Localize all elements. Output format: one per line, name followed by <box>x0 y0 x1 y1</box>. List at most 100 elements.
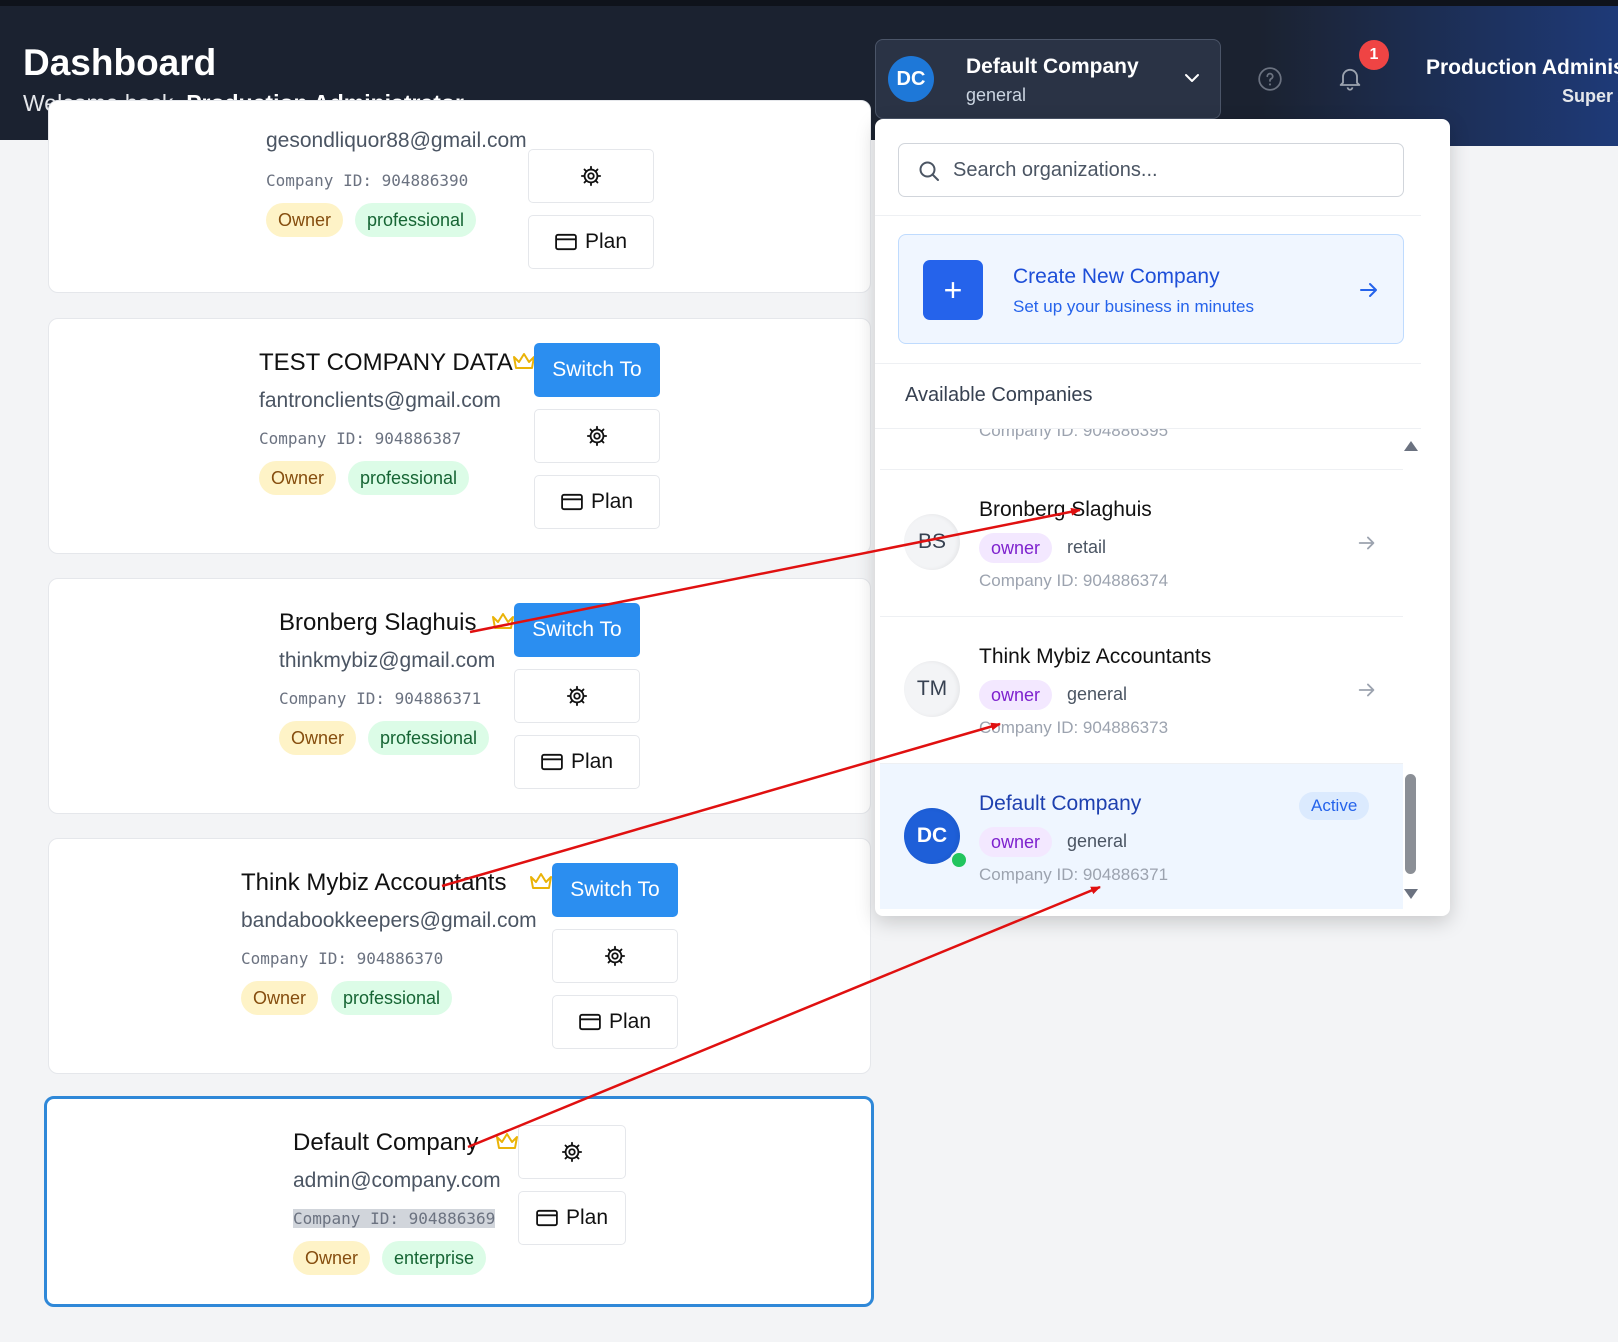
search-placeholder: Search organizations... <box>953 159 1158 181</box>
plan-badge: professional <box>368 721 490 755</box>
company-id: Company ID: 904886387 <box>259 429 462 448</box>
plus-icon: + <box>923 260 983 320</box>
org-item[interactable]: BS Bronberg Slaghuis owner retail Compan… <box>880 469 1403 615</box>
notification-badge: 1 <box>1359 40 1389 70</box>
company-email: admin@company.com <box>293 1169 501 1192</box>
crown-icon <box>492 613 514 629</box>
company-card: Bronberg Slaghuis thinkmybiz@gmail.com C… <box>48 578 871 814</box>
org-item-active[interactable]: DC Default Company Active owner general … <box>880 763 1403 909</box>
org-type: retail <box>1067 537 1107 557</box>
credit-card-icon <box>536 1209 558 1227</box>
create-company-subtitle: Set up your business in minutes <box>1013 297 1254 316</box>
gear-icon <box>566 685 588 707</box>
company-email: bandabookkeepers@gmail.com <box>241 909 537 932</box>
current-company-name: Default Company <box>966 55 1139 78</box>
create-company-button[interactable]: + Create New Company Set up your busines… <box>898 234 1404 344</box>
chevron-down-icon <box>1185 74 1199 82</box>
plan-button-label: Plan <box>608 1010 652 1033</box>
plan-button-label: Plan <box>584 230 628 253</box>
plan-button[interactable]: Plan <box>528 215 654 269</box>
available-companies-heading: Available Companies <box>905 384 1093 406</box>
crown-icon <box>530 873 552 889</box>
settings-button[interactable] <box>518 1125 626 1179</box>
company-name: Default Company <box>293 1129 479 1156</box>
company-card-active: Default Company admin@company.com Compan… <box>44 1096 874 1307</box>
credit-card-icon <box>541 753 563 771</box>
plan-button[interactable]: Plan <box>552 995 678 1049</box>
credit-card-icon <box>561 493 583 511</box>
settings-button[interactable] <box>528 149 654 203</box>
switch-to-button[interactable]: Switch To <box>514 603 640 657</box>
user-role: Super Admin <box>1562 86 1618 106</box>
plan-button-label: Plan <box>570 750 614 773</box>
switch-to-button[interactable]: Switch To <box>534 343 660 397</box>
company-id: Company ID: 904886369 <box>293 1209 496 1228</box>
active-badge: Active <box>1299 792 1370 820</box>
scrollbar-thumb[interactable] <box>1405 774 1416 874</box>
company-name: Bronberg Slaghuis <box>279 609 477 636</box>
search-icon <box>919 161 939 181</box>
company-card: TEST COMPANY DATA fantronclients@gmail.c… <box>48 318 871 554</box>
company-name: TEST COMPANY DATA <box>259 349 513 376</box>
org-avatar: TM <box>904 661 960 717</box>
credit-card-icon <box>555 233 577 251</box>
role-badge: Owner <box>241 981 319 1015</box>
company-id: Company ID: 904886371 <box>279 689 482 708</box>
divider <box>875 363 1421 364</box>
scroll-down-arrow[interactable] <box>1404 889 1418 899</box>
company-id: Company ID: 904886373 <box>979 718 1169 737</box>
company-card: gesondliquor88@gmail.com Company ID: 904… <box>48 100 871 293</box>
credit-card-icon <box>579 1013 601 1031</box>
settings-button[interactable] <box>514 669 640 723</box>
settings-button[interactable] <box>552 929 678 983</box>
role-badge: Owner <box>266 203 344 237</box>
gear-icon <box>604 945 626 967</box>
company-switcher[interactable]: DC Default Company general <box>875 39 1221 119</box>
gear-icon <box>561 1141 583 1163</box>
bell-icon[interactable] <box>1336 64 1364 92</box>
divider <box>875 215 1421 216</box>
role-badge: owner <box>979 533 1053 563</box>
plan-button[interactable]: Plan <box>534 475 660 529</box>
arrow-right-icon <box>1360 283 1377 297</box>
plan-button-label: Plan <box>565 1206 609 1229</box>
current-company-type: general <box>966 85 1027 105</box>
online-status-dot <box>950 851 968 869</box>
company-email: fantronclients@gmail.com <box>259 389 501 412</box>
role-badge: owner <box>979 680 1053 710</box>
plan-button[interactable]: Plan <box>518 1191 626 1245</box>
help-icon[interactable] <box>1257 66 1283 92</box>
crown-icon <box>496 1133 518 1149</box>
plan-button-label: Plan <box>590 490 634 513</box>
gear-icon <box>586 425 608 447</box>
settings-button[interactable] <box>534 409 660 463</box>
org-name: Think Mybiz Accountants <box>979 645 1212 668</box>
plan-badge: professional <box>331 981 453 1015</box>
org-name: Default Company <box>979 792 1142 815</box>
role-badge: Owner <box>259 461 337 495</box>
org-type: general <box>1067 831 1128 851</box>
page-title: Dashboard <box>23 42 217 83</box>
create-company-title: Create New Company <box>1013 265 1220 288</box>
search-input[interactable]: Search organizations... <box>898 143 1404 197</box>
scroll-up-arrow[interactable] <box>1404 441 1418 451</box>
company-name: Think Mybiz Accountants <box>241 869 507 896</box>
company-card: Think Mybiz Accountants bandabookkeepers… <box>48 838 871 1074</box>
user-name[interactable]: Production Administrator <box>1426 56 1618 80</box>
role-badge: owner <box>979 827 1053 857</box>
company-id: Company ID: 904886395 <box>979 429 1169 440</box>
gear-icon <box>580 165 602 187</box>
plan-badge: enterprise <box>382 1241 487 1275</box>
arrow-right-icon <box>1358 683 1375 697</box>
company-email: thinkmybiz@gmail.com <box>279 649 496 672</box>
org-item[interactable]: TM Think Mybiz Accountants owner general… <box>880 616 1403 762</box>
arrow-right-icon <box>1358 536 1375 550</box>
org-name: Bronberg Slaghuis <box>979 498 1152 521</box>
company-id: Company ID: 904886370 <box>241 949 444 968</box>
company-dropdown: Search organizations... + Create New Com… <box>875 119 1450 916</box>
plan-button[interactable]: Plan <box>514 735 640 789</box>
plan-badge: professional <box>355 203 477 237</box>
switch-to-button[interactable]: Switch To <box>552 863 678 917</box>
companies-list[interactable]: Company ID: 904886395 BS Bronberg Slaghu… <box>880 429 1403 916</box>
org-avatar: BS <box>904 514 960 570</box>
